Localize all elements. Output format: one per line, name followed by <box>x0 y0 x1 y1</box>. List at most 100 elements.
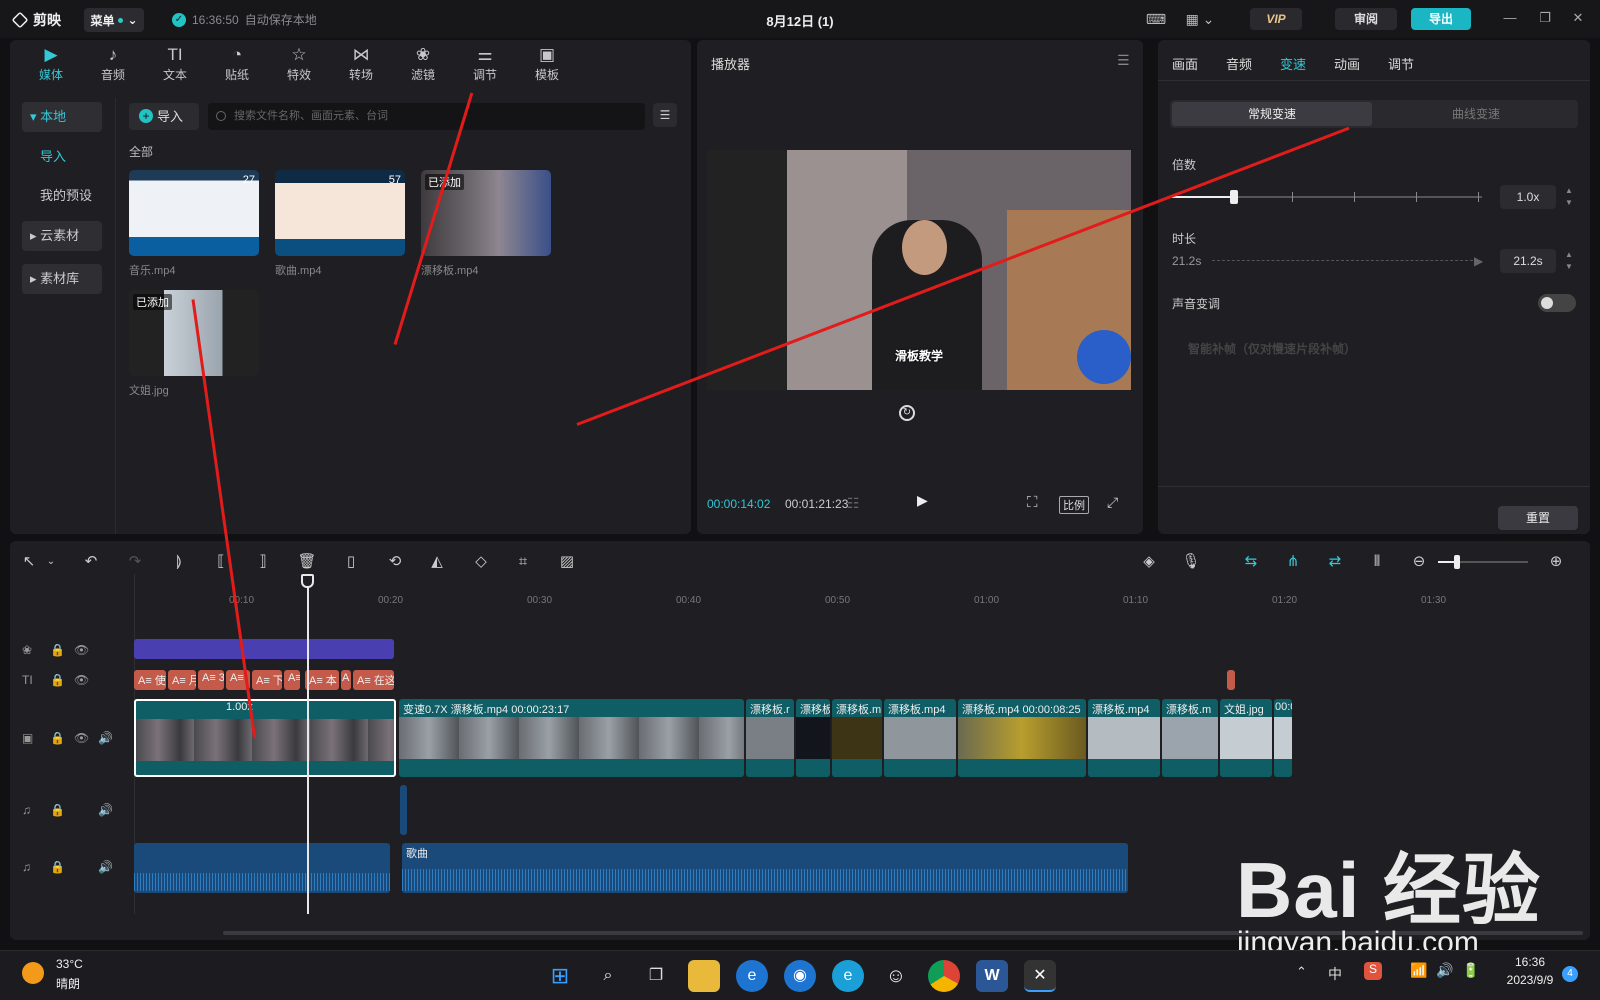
sidebar-item-local[interactable]: ▾ 本地 <box>22 102 102 132</box>
rotate-icon[interactable]: ↻ <box>899 405 915 421</box>
video-clip[interactable]: 漂移板.r <box>746 699 794 777</box>
video-clip[interactable]: 00:0 <box>1274 699 1292 777</box>
sidebar-item-import[interactable]: 导入 <box>22 142 102 172</box>
speaker-icon[interactable]: 🔊 <box>98 860 113 874</box>
menu-button[interactable]: 菜单 ⌄ <box>84 8 144 32</box>
lock-icon[interactable]: 🔒 <box>50 731 65 745</box>
tab-animation[interactable]: 动画 <box>1334 54 1360 73</box>
text-clip[interactable]: A≡ 3 <box>198 670 224 690</box>
qq-icon[interactable]: ☺ <box>880 960 912 992</box>
playhead[interactable] <box>307 574 309 914</box>
category-effects[interactable]: ☆ 特效 <box>270 44 328 90</box>
export-button[interactable]: 导出 <box>1411 8 1471 30</box>
notification-badge[interactable]: 4 <box>1562 966 1578 982</box>
lock-icon[interactable]: 🔒 <box>50 803 65 817</box>
wifi-icon[interactable]: 📶 <box>1410 962 1427 979</box>
reset-button[interactable]: 重置 <box>1498 506 1578 530</box>
sidebar-item-library[interactable]: ▸ 素材库 <box>22 264 102 294</box>
text-clip[interactable]: A≡ <box>284 670 300 690</box>
duration-stepper[interactable]: ▲ ▼ <box>1562 249 1576 273</box>
zoom-slider-handle[interactable] <box>1454 555 1460 569</box>
media-item[interactable]: 已添加 漂移板.mp4 <box>421 170 551 278</box>
keyframe-ai-icon[interactable]: ◈ <box>1138 551 1160 573</box>
rotate-icon[interactable]: ◇ <box>470 551 492 573</box>
tab-picture[interactable]: 画面 <box>1172 54 1198 73</box>
fullscreen-icon[interactable]: ⤢ <box>1107 494 1118 511</box>
chrome-icon[interactable] <box>928 960 960 992</box>
ratio-button[interactable]: 比例 <box>1059 496 1089 514</box>
preview-axis-icon[interactable]: ⫴ <box>1366 551 1388 573</box>
video-clip[interactable]: 漂移板.mp4 <box>1088 699 1160 777</box>
timecode-grid-icon[interactable]: ☷ <box>847 495 860 512</box>
category-audio[interactable]: ♪ 音频 <box>84 44 142 90</box>
eye-icon[interactable]: 👁 <box>74 643 89 657</box>
word-icon[interactable]: W <box>976 960 1008 992</box>
select-tool-icon[interactable]: ↖ <box>18 551 40 573</box>
fit-screen-icon[interactable]: ⛶ <box>1027 494 1038 511</box>
video-clip-selected[interactable]: 1.00x <box>134 699 396 777</box>
video-preview[interactable]: 滑板教学 <box>707 150 1131 390</box>
pitch-toggle[interactable] <box>1538 294 1576 312</box>
clock-date[interactable]: 2023/9/9 <box>1500 973 1560 987</box>
review-button[interactable]: 审阅 <box>1335 8 1397 30</box>
tab-speed[interactable]: 变速 <box>1280 54 1306 73</box>
text-clip[interactable]: A≡ 在这 <box>353 670 394 690</box>
music-clip[interactable]: 歌曲 <box>402 843 1128 893</box>
restore-icon[interactable]: ❐ <box>1535 10 1555 28</box>
redo-icon[interactable]: ↷ <box>124 551 146 573</box>
crop-icon[interactable]: ⌗ <box>512 551 534 573</box>
clock-time[interactable]: 16:36 <box>1500 955 1560 969</box>
file-explorer-icon[interactable] <box>688 960 720 992</box>
category-template[interactable]: ▣ 模板 <box>518 44 576 90</box>
layout-icon[interactable]: ▦ ⌄ <box>1180 9 1220 29</box>
split-icon[interactable]: ⟭ <box>168 551 190 573</box>
video-clip[interactable]: 文姐.jpg <box>1220 699 1272 777</box>
import-button[interactable]: + 导入 <box>129 103 199 130</box>
speaker-icon[interactable]: 🔊 <box>98 803 113 817</box>
playhead-handle[interactable] <box>301 574 314 588</box>
category-transition[interactable]: ⋈ 转场 <box>332 44 390 90</box>
chevron-up-icon[interactable]: ⌃ <box>1296 964 1307 980</box>
speed-slider-handle[interactable] <box>1230 190 1238 204</box>
eye-icon[interactable]: 👁 <box>74 673 89 687</box>
video-clip[interactable]: 漂移板.m <box>832 699 882 777</box>
speaker-icon[interactable]: 🔊 <box>98 731 113 745</box>
lock-icon[interactable]: 🔒 <box>50 673 65 687</box>
microphone-icon[interactable]: 🎙 <box>1180 551 1202 573</box>
text-clip[interactable]: A <box>341 670 351 690</box>
ie-icon[interactable]: e <box>736 960 768 992</box>
weather-sun-icon[interactable] <box>22 962 44 984</box>
delete-icon[interactable]: 🗑 <box>296 551 318 573</box>
video-clip[interactable]: 漂移板.m <box>1162 699 1218 777</box>
close-icon[interactable]: ✕ <box>1568 10 1588 28</box>
duration-value-field[interactable]: 21.2s <box>1500 249 1556 273</box>
image-adjust-icon[interactable]: ▨ <box>556 551 578 573</box>
speed-stepper[interactable]: ▲ ▼ <box>1562 185 1576 209</box>
time-ruler[interactable]: 00:10 00:20 00:30 00:40 00:50 01:00 01:1… <box>134 585 1590 607</box>
list-view-icon[interactable]: ☰ <box>653 103 677 127</box>
reverse-icon[interactable]: ⟲ <box>384 551 406 573</box>
chevron-down-icon[interactable]: ⌄ <box>40 551 62 573</box>
video-clip[interactable]: 漂移板 <box>796 699 830 777</box>
search-icon[interactable]: ⌕ <box>592 960 624 992</box>
volume-icon[interactable]: 🔊 <box>1436 962 1453 979</box>
tab-adjust[interactable]: 调节 <box>1388 54 1414 73</box>
snap-icon[interactable]: ⋔ <box>1282 551 1304 573</box>
text-clip[interactable]: A≡ 下 <box>252 670 282 690</box>
category-media[interactable]: ▶ 媒体 <box>22 44 80 90</box>
sogou-icon[interactable]: S <box>1364 962 1382 980</box>
text-clip[interactable] <box>1227 670 1235 690</box>
edge-icon[interactable]: e <box>832 960 864 992</box>
minimize-icon[interactable]: — <box>1500 10 1520 28</box>
sidebar-item-presets[interactable]: 我的预设 <box>22 181 102 211</box>
text-clip[interactable]: A≡ 月 <box>168 670 196 690</box>
media-item[interactable]: 57 歌曲.mp4 <box>275 170 405 278</box>
zoom-in-icon[interactable]: ⊕ <box>1545 551 1567 573</box>
text-clip[interactable]: A≡ 使 <box>134 670 166 690</box>
vip-button[interactable]: VIP <box>1250 8 1302 30</box>
keyboard-shortcut-icon[interactable]: ⌨ <box>1143 9 1169 29</box>
media-item[interactable]: 27 音乐.mp4 <box>129 170 259 278</box>
windows-start-icon[interactable]: ⊞ <box>544 960 576 992</box>
linkage-icon[interactable]: ⇄ <box>1324 551 1346 573</box>
text-clip[interactable]: A≡ 本 <box>305 670 339 690</box>
